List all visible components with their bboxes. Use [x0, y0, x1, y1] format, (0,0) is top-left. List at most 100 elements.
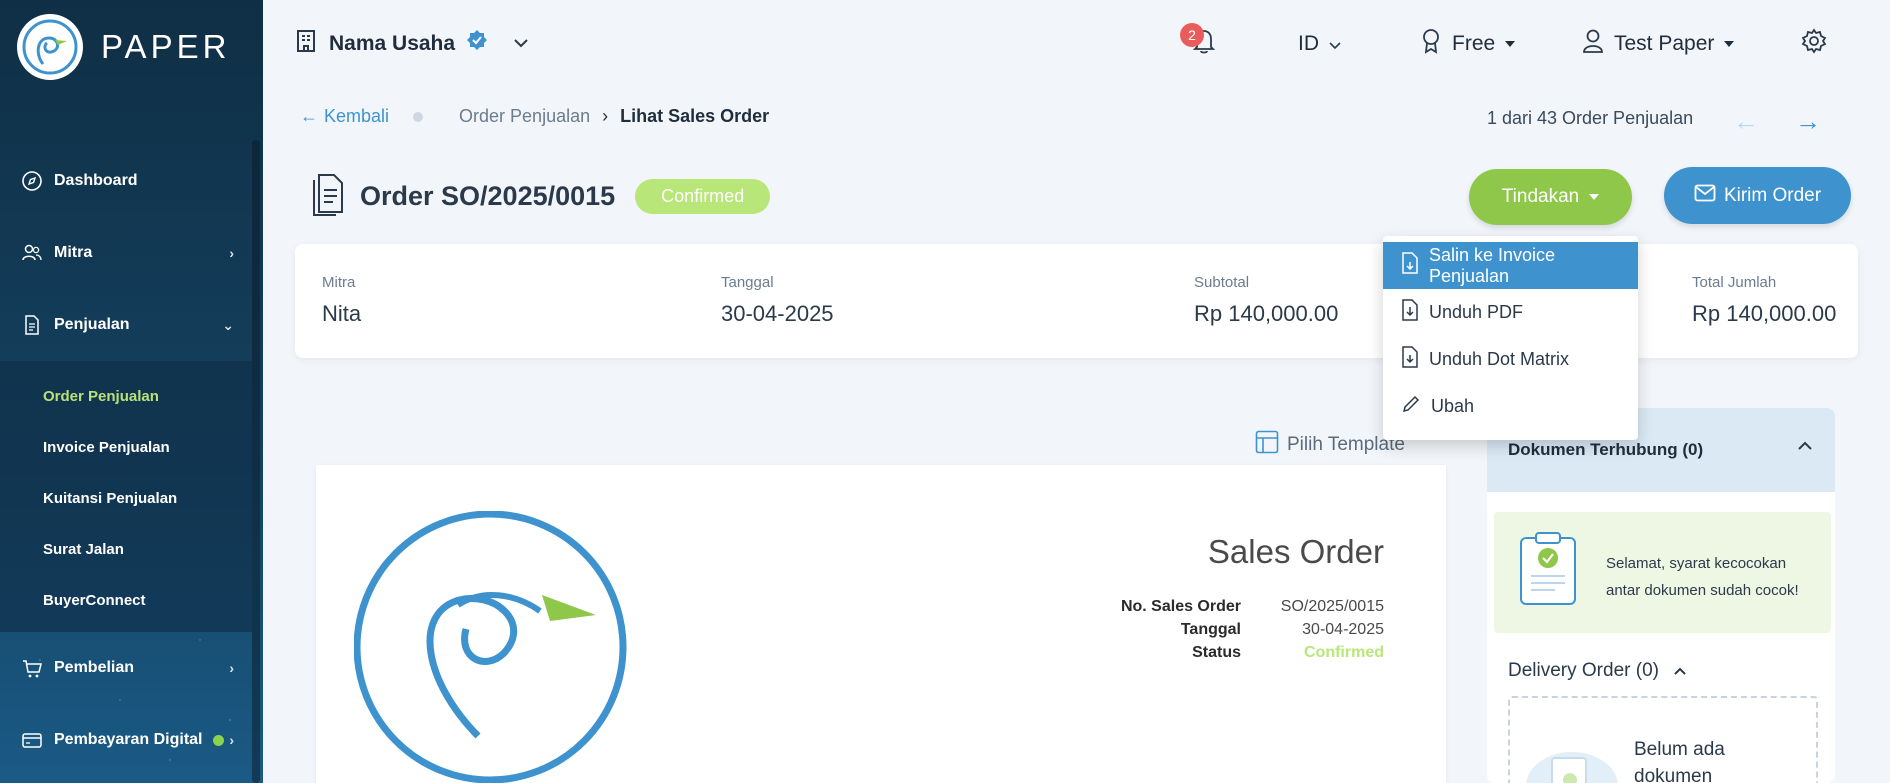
- breadcrumb: ← Kembali Order Penjualan › Lihat Sales …: [300, 106, 769, 127]
- empty-line: dokumen: [1634, 766, 1713, 783]
- menu-item-unduh-dot-matrix[interactable]: Unduh Dot Matrix: [1383, 336, 1638, 383]
- sales-order-document: Sales Order No. Sales Order Tanggal Stat…: [316, 465, 1446, 783]
- sidebar-item-pembayaran-digital[interactable]: Pembayaran Digital ›: [0, 704, 252, 776]
- notification-button[interactable]: 2: [1180, 23, 1218, 64]
- sidebar-scrollbar[interactable]: [252, 140, 260, 783]
- chevron-right-icon: ›: [229, 660, 234, 676]
- caret-down-icon: [1505, 41, 1516, 47]
- user-menu[interactable]: Test Paper: [1582, 24, 1735, 64]
- paper-logo-icon: [17, 14, 83, 80]
- previous-record-arrow-icon[interactable]: ←: [1733, 106, 1759, 137]
- settings-button[interactable]: [1800, 24, 1828, 64]
- pager-text: 1 dari 43 Order Penjualan: [1487, 108, 1694, 128]
- summary-label: Subtotal: [1194, 274, 1250, 291]
- document-title: Sales Order: [1207, 533, 1384, 570]
- sidebar-item-label: Dashboard: [54, 172, 138, 189]
- summary-subtotal: Subtotal Rp 140,000.00: [1194, 274, 1338, 327]
- delivery-order-section-header[interactable]: Delivery Order (0): [1508, 660, 1687, 682]
- envelope-icon: [1694, 184, 1716, 208]
- sidebar-subitem-buyerconnect[interactable]: BuyerConnect: [0, 575, 252, 626]
- menu-item-label: Salin ke Invoice Penjualan: [1429, 244, 1556, 286]
- language-selector[interactable]: ID: [1298, 24, 1341, 64]
- brand[interactable]: PAPER: [17, 14, 230, 80]
- menu-item-ubah[interactable]: Ubah: [1383, 383, 1638, 430]
- sidebar-item-label: Mitra: [54, 244, 93, 261]
- breadcrumb-current: Lihat Sales Order: [620, 106, 770, 126]
- sidebar-item-dashboard[interactable]: Dashboard: [0, 145, 252, 217]
- linked-documents-panel: Dokumen Terhubung (0) Selamat, syarat ke…: [1487, 408, 1835, 783]
- meta-label: No. Sales Order: [1120, 598, 1241, 615]
- summary-label: Tanggal: [721, 274, 774, 291]
- tindakan-label: Tindakan: [1501, 186, 1580, 207]
- notification-badge: 2: [1180, 23, 1204, 47]
- chevron-down-icon[interactable]: [513, 35, 529, 53]
- menu-item-label: Unduh Dot Matrix: [1429, 349, 1570, 369]
- sidebar-item-penjualan[interactable]: Penjualan ⌄: [0, 289, 252, 361]
- clipboard-check-icon: [1518, 530, 1578, 611]
- sidebar-item-pembelian[interactable]: Pembelian ›: [0, 632, 252, 704]
- arrow-left-icon: ←: [300, 106, 318, 126]
- page-title: Order SO/2025/0015: [360, 181, 616, 211]
- sidebar-subitem-order-penjualan[interactable]: Order Penjualan: [0, 371, 252, 422]
- template-icon: [1255, 430, 1279, 460]
- summary-value: Rp 140,000.00: [1692, 301, 1837, 326]
- next-record-arrow-icon[interactable]: →: [1795, 106, 1821, 137]
- chevron-down-icon: [1329, 32, 1341, 56]
- business-selector[interactable]: Nama Usaha: [295, 28, 529, 59]
- award-icon: [1420, 28, 1442, 60]
- tindakan-button[interactable]: Tindakan: [1469, 169, 1632, 225]
- document-icon: [310, 172, 346, 221]
- file-copy-icon: [1401, 252, 1419, 279]
- meta-value: 30-04-2025: [1302, 621, 1384, 638]
- user-icon: [1582, 28, 1604, 60]
- empty-line: Belum ada: [1634, 739, 1725, 760]
- chevron-right-icon: ›: [602, 106, 609, 126]
- chevron-up-icon: [1673, 660, 1687, 682]
- file-download-icon: [1401, 346, 1419, 373]
- cart-icon: [20, 656, 44, 680]
- business-name: Nama Usaha: [329, 31, 456, 55]
- sidebar-item-label: Penjualan: [54, 316, 130, 333]
- meta-label: Status: [1192, 644, 1241, 661]
- pdf-download-icon: [1401, 299, 1419, 326]
- caret-down-icon: [1724, 41, 1735, 47]
- summary-value: 30-04-2025: [721, 301, 834, 326]
- plan-selector[interactable]: Free: [1420, 24, 1516, 64]
- brand-name: PAPER: [101, 28, 231, 65]
- back-label: Kembali: [324, 106, 390, 126]
- gear-icon: [1800, 27, 1828, 61]
- summary-label: Mitra: [322, 274, 356, 291]
- caret-down-icon: [1589, 194, 1600, 200]
- menu-item-label: Ubah: [1431, 396, 1475, 416]
- users-icon: [20, 241, 44, 265]
- sidebar-subitem-kuitansi-penjualan[interactable]: Kuitansi Penjualan: [0, 473, 252, 524]
- meta-status-value: Confirmed: [1304, 644, 1384, 661]
- match-success-notice: Selamat, syarat kecocokan antar dokumen …: [1494, 512, 1831, 633]
- kirim-order-button[interactable]: Kirim Order: [1664, 167, 1851, 224]
- bell-icon: 2: [1180, 23, 1218, 61]
- sidebar-subitem-surat-jalan[interactable]: Surat Jalan: [0, 524, 252, 575]
- verified-icon: [465, 29, 489, 58]
- sidebar-item-mitra[interactable]: Mitra ›: [0, 217, 252, 289]
- match-line: Selamat, syarat kecocokan: [1606, 555, 1787, 572]
- sidebar-item-label: Pembayaran Digital: [54, 731, 203, 748]
- delivery-order-title: Delivery Order (0): [1508, 660, 1659, 681]
- menu-item-salin-invoice[interactable]: Salin ke Invoice Penjualan: [1383, 242, 1638, 289]
- breadcrumb-parent[interactable]: Order Penjualan: [459, 106, 590, 127]
- back-link[interactable]: ← Kembali: [300, 106, 389, 127]
- plan-label: Free: [1452, 32, 1496, 55]
- order-header: Order SO/2025/0015 Confirmed: [310, 172, 771, 221]
- summary-label: Total Jumlah: [1692, 274, 1777, 291]
- sidebar-nav: Dashboard Mitra › Penjualan ⌄ Order Penj…: [0, 145, 252, 776]
- menu-item-label: Unduh PDF: [1429, 302, 1524, 322]
- chevron-down-icon: ⌄: [222, 316, 234, 333]
- building-icon: [295, 28, 319, 59]
- breadcrumb-separator: [413, 111, 424, 122]
- chevron-up-icon[interactable]: [1797, 438, 1813, 456]
- card-icon: [20, 728, 44, 752]
- status-badge: Confirmed: [635, 179, 771, 214]
- menu-item-unduh-pdf[interactable]: Unduh PDF: [1383, 289, 1638, 336]
- sidebar-subitem-invoice-penjualan[interactable]: Invoice Penjualan: [0, 422, 252, 473]
- kirim-order-label: Kirim Order: [1723, 184, 1822, 206]
- pencil-icon: [1401, 394, 1421, 419]
